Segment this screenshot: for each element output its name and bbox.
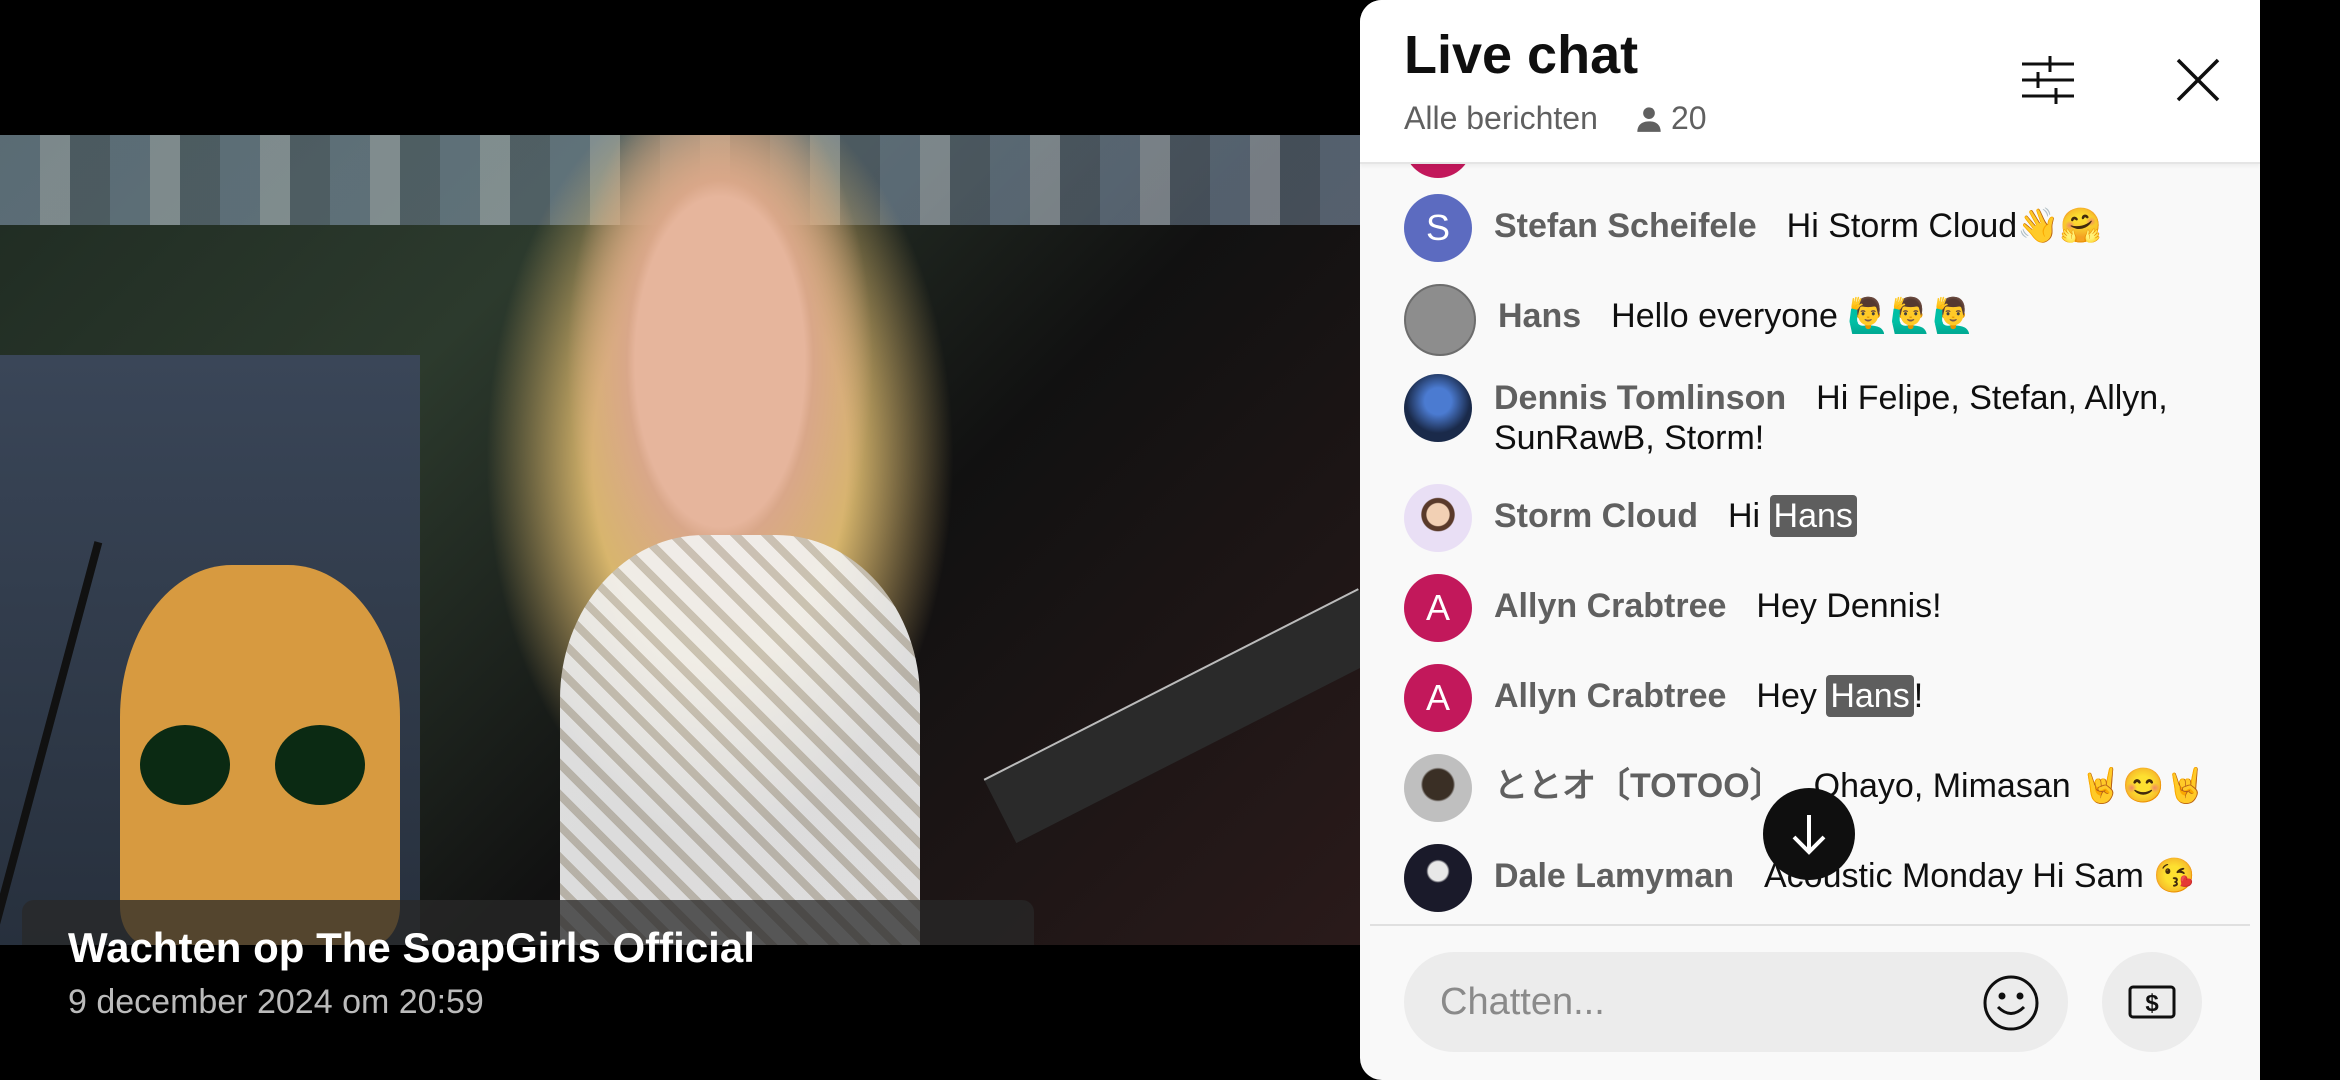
message-text: Ohayo, Mimasan 🤘😊🤘 (1813, 767, 2208, 805)
chat-message: Storm Cloud Hi Hans (1404, 484, 2224, 552)
money-icon: $ (2128, 985, 2176, 1019)
author-name[interactable]: Hans (1498, 297, 1581, 335)
chat-message: A Allyn Crabtree Hey Dennis! (1404, 574, 2224, 642)
video-date: 9 december 2024 om 20:59 (68, 983, 484, 1021)
avatar[interactable] (1404, 844, 1472, 912)
svg-text:$: $ (2145, 990, 2159, 1017)
avatar[interactable] (1404, 374, 1472, 442)
crochet-top (560, 535, 920, 945)
emoji-icon[interactable] (1982, 974, 2040, 1032)
close-icon[interactable] (2168, 50, 2228, 110)
person-icon (1637, 106, 1661, 132)
message-text: Hey Dennis! (1756, 587, 1942, 625)
author-name[interactable]: Allyn Crabtree (1494, 587, 1726, 625)
author-name[interactable]: Dale Lamyman (1494, 857, 1734, 895)
filter-icon[interactable] (2020, 52, 2076, 108)
chat-message: S Stefan Scheifele Hi Storm Cloud👋🤗 (1404, 194, 2224, 262)
mention: Hans (1769, 495, 1857, 537)
chat-input[interactable] (1438, 979, 1962, 1025)
viewer-count-value: 20 (1671, 100, 1707, 136)
author-name[interactable]: Allyn Crabtree (1494, 677, 1726, 715)
chat-message: Dennis Tomlinson Hi Felipe, Stefan, Allyn… (1404, 374, 2224, 458)
guitar-neck (983, 588, 1360, 844)
author-name[interactable]: Dennis Tomlinson (1494, 379, 1786, 417)
super-chat-button[interactable]: $ (2102, 952, 2202, 1052)
viewer-count: 20 (1635, 100, 1707, 137)
video-title: Wachten op The SoapGirls Official (68, 924, 755, 971)
author-name[interactable]: Storm Cloud (1494, 497, 1698, 535)
avatar[interactable]: A (1404, 664, 1472, 732)
video-player[interactable] (0, 135, 1360, 945)
cat-eye-left (140, 725, 230, 805)
chat-header: Live chat Alle berichten 20 (1360, 0, 2260, 164)
avatar[interactable]: S (1404, 194, 1472, 262)
author-name[interactable]: ととオ〔TOTOO〕 (1494, 767, 1784, 805)
avatar[interactable] (1404, 754, 1472, 822)
chat-filter-label[interactable]: Alle berichten (1404, 100, 1598, 137)
chat-input-box[interactable] (1404, 952, 2068, 1052)
message-text: Hello everyone 🙋‍♂️🙋‍♂️🙋‍♂️ (1611, 297, 1975, 335)
message-text: Hey (1756, 677, 1827, 715)
cat-eye-right (275, 725, 365, 805)
message-text-suffix: ! (1913, 677, 1924, 715)
chat-title: Live chat (1404, 25, 1639, 85)
message-text: Hi (1727, 497, 1770, 535)
avatar[interactable]: A (1404, 574, 1472, 642)
avatar[interactable] (1404, 284, 1476, 356)
author-name[interactable]: Stefan Scheifele (1494, 207, 1757, 245)
chat-message: Hans Hello everyone 🙋‍♂️🙋‍♂️🙋‍♂️ (1404, 284, 2224, 356)
scroll-to-bottom-button[interactable] (1763, 788, 1855, 880)
live-chat-panel: Live chat Alle berichten 20 S Stefan Sch… (1360, 0, 2260, 1080)
mention: Hans (1826, 675, 1914, 717)
divider (1370, 924, 2250, 926)
avatar[interactable] (1404, 484, 1472, 552)
arrow-down-icon (1792, 815, 1826, 855)
message-text: Hi Storm Cloud👋🤗 (1786, 207, 2102, 245)
chat-message: A Allyn Crabtree Hey Hans! (1404, 664, 2224, 732)
